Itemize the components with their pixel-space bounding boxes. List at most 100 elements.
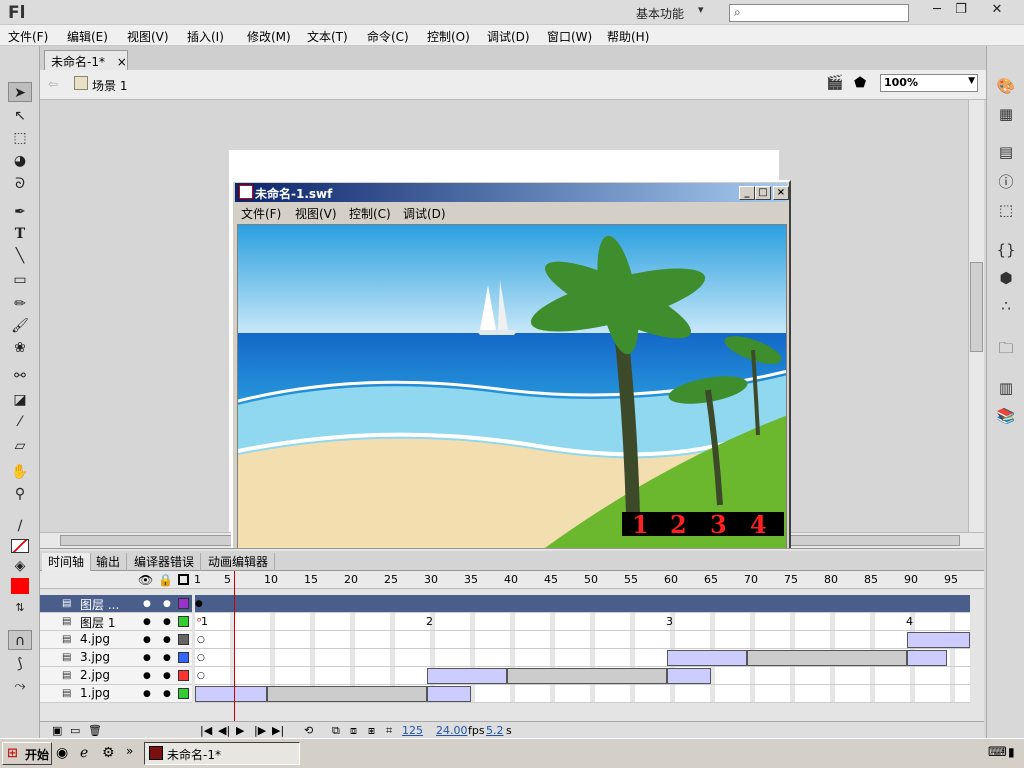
tween-span[interactable] [907, 650, 947, 666]
selection-tool-icon[interactable]: ➤ [8, 82, 32, 102]
visibility-dot[interactable]: ● [143, 635, 151, 645]
align-icon[interactable]: ▤ [996, 142, 1016, 162]
menu-text[interactable]: 文本(T) [307, 28, 348, 45]
frames-track[interactable]: ᵒ 1 2 3 4 [195, 613, 970, 631]
settings-icon[interactable]: ⚙ [102, 745, 115, 761]
menu-modify[interactable]: 修改(M) [247, 28, 291, 45]
pen-tool-icon[interactable]: ✒ [8, 202, 32, 222]
elapsed-time[interactable]: 5.2 [486, 724, 504, 737]
menu-debug[interactable]: 调试(D) [487, 28, 530, 45]
start-button[interactable]: ⊞ 开始 [2, 742, 52, 765]
transform-icon[interactable]: ⬚ [996, 200, 1016, 220]
visibility-dot[interactable]: ● [143, 617, 151, 627]
swf-maximize-button[interactable]: □ [755, 186, 771, 200]
edit-multiple-frames-icon[interactable]: ⧆ [368, 724, 375, 738]
rectangle-tool-icon[interactable]: ▭ [8, 270, 32, 290]
layer-name-cell[interactable]: ▤ 图层 ... ● ● [40, 595, 192, 613]
layer-color-swatch[interactable] [178, 670, 189, 681]
stroke-color-icon[interactable]: ∕ [8, 516, 32, 536]
tween-span[interactable] [427, 686, 471, 702]
free-transform-tool-icon[interactable]: ⬚ [8, 128, 32, 148]
workspace-switcher[interactable]: 基本功能 [636, 5, 684, 22]
lasso-tool-icon[interactable]: ᘐ [8, 174, 32, 194]
tween-span[interactable] [195, 686, 267, 702]
components-icon[interactable]: ⬢ [996, 268, 1016, 288]
keyboard-icon[interactable]: ⌨ [988, 745, 1007, 760]
frames-track[interactable]: ○ [195, 649, 970, 667]
menu-window[interactable]: 窗口(W) [547, 28, 592, 45]
swf-title-bar[interactable]: 未命名-1.swf _ □ × [235, 183, 789, 202]
layer-name-cell[interactable]: ▤ 1.jpg ● ● [40, 685, 192, 703]
library-icon[interactable]: ▥ [996, 378, 1016, 398]
visibility-dot[interactable]: ● [143, 689, 151, 699]
delete-layer-icon[interactable]: 🗑 [88, 724, 102, 737]
close-button[interactable]: ✕ [982, 0, 1012, 20]
layer-color-swatch[interactable] [178, 634, 189, 645]
empty-keyframe[interactable]: ○ [197, 653, 205, 663]
layer-name-cell[interactable]: ▤ 图层 1 ● ● [40, 613, 192, 631]
layer-color-swatch[interactable] [178, 652, 189, 663]
tween-span[interactable] [907, 632, 970, 648]
scroll-thumb[interactable] [970, 262, 983, 352]
frame-rate[interactable]: 24.00 [436, 724, 468, 737]
visibility-dot[interactable]: ● [143, 671, 151, 681]
document-tab[interactable]: 未命名-1* × [44, 50, 128, 70]
static-span[interactable] [267, 686, 427, 702]
back-arrow-icon[interactable]: ⇦ [48, 77, 58, 91]
quicklaunch-more[interactable]: » [126, 744, 133, 758]
tab-output[interactable]: 输出 [90, 553, 128, 571]
menu-view[interactable]: 视图(V) [127, 28, 169, 45]
static-span[interactable] [507, 668, 667, 684]
brush-tool-icon[interactable]: 🖌 [8, 316, 32, 336]
goto-first-frame-icon[interactable]: |◀ [200, 724, 212, 737]
step-back-icon[interactable]: ◀| [218, 724, 230, 737]
restore-button[interactable]: ❐ [946, 0, 976, 20]
current-frame[interactable]: 125 [402, 724, 423, 737]
eyedropper-tool-icon[interactable]: ⁄ [8, 412, 32, 432]
frames-track[interactable]: ● [195, 595, 970, 613]
tab-motion-editor[interactable]: 动画编辑器 [202, 553, 276, 571]
play-icon[interactable]: ▶ [236, 724, 244, 737]
frames-track[interactable]: ○ [195, 631, 970, 649]
lock-icon[interactable]: 🔒 [158, 573, 173, 587]
stroke-color-swatch[interactable] [8, 536, 32, 556]
menu-help[interactable]: 帮助(H) [607, 28, 649, 45]
straighten-icon[interactable]: ⤳ [8, 676, 32, 696]
outline-icon[interactable] [178, 574, 189, 585]
zoom-tool-icon[interactable]: ⚲ [8, 484, 32, 504]
menu-insert[interactable]: 插入(I) [187, 28, 224, 45]
tween-span[interactable] [427, 668, 507, 684]
edit-symbols-icon[interactable]: ⬟ [854, 75, 866, 91]
close-tab-icon[interactable]: × [117, 55, 127, 69]
hand-tool-icon[interactable]: ✋ [8, 462, 32, 482]
empty-keyframe[interactable]: ○ [197, 635, 205, 645]
frames-track[interactable] [195, 685, 970, 703]
lock-dot[interactable]: ● [163, 653, 171, 663]
menu-file[interactable]: 文件(F) [8, 28, 48, 45]
fill-color-swatch[interactable] [8, 576, 32, 596]
goto-last-frame-icon[interactable]: ▶| [272, 724, 284, 737]
static-span[interactable] [747, 650, 907, 666]
layer-name-cell[interactable]: ▤ 3.jpg ● ● [40, 649, 192, 667]
subselection-tool-icon[interactable]: ↖ [8, 106, 32, 126]
empty-keyframe[interactable]: ○ [197, 671, 205, 681]
paint-bucket-tool-icon[interactable]: ◪ [8, 390, 32, 410]
properties-icon[interactable]: 📚 [996, 406, 1016, 426]
layer-color-swatch[interactable] [178, 616, 189, 627]
layer-name-cell[interactable]: ▤ 2.jpg ● ● [40, 667, 192, 685]
swf-menu-view[interactable]: 视图(V) [295, 205, 337, 222]
eye-icon[interactable]: 👁 [138, 573, 153, 587]
motion-presets-icon[interactable]: ∴ [996, 296, 1016, 316]
menu-edit[interactable]: 编辑(E) [67, 28, 108, 45]
scene-label[interactable]: 场景 1 [92, 77, 127, 94]
code-snippets-icon[interactable]: {} [996, 240, 1016, 260]
playhead[interactable] [234, 571, 235, 721]
layer-color-swatch[interactable] [178, 688, 189, 699]
loop-icon[interactable]: ⟲ [304, 724, 313, 737]
onion-outline-icon[interactable]: ⧈ [350, 724, 357, 738]
menu-control[interactable]: 控制(O) [427, 28, 470, 45]
chevron-down-icon[interactable]: ▾ [698, 3, 704, 16]
lock-dot[interactable]: ● [163, 635, 171, 645]
line-tool-icon[interactable]: ╲ [8, 246, 32, 266]
color-palette-icon[interactable]: 🎨 [996, 76, 1016, 96]
